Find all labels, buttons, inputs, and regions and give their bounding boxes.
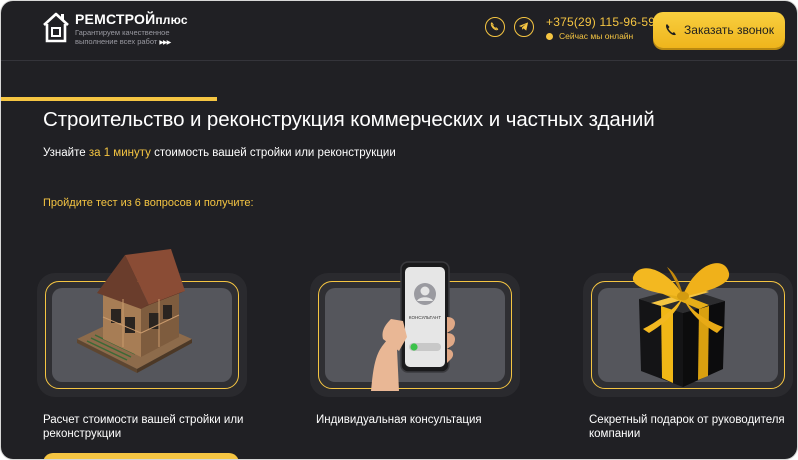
page-title: Строительство и реконструкция коммерческ… xyxy=(43,108,655,131)
start-quiz-button[interactable] xyxy=(43,453,239,459)
accent-bar xyxy=(1,97,217,101)
online-status: Сейчас мы онлайн xyxy=(546,31,633,41)
subtitle-highlight: за 1 минуту xyxy=(88,147,151,159)
phone-icon xyxy=(666,24,677,36)
viber-icon[interactable] xyxy=(485,17,505,37)
brand-tagline: Гарантируем качественное выполнение всех… xyxy=(75,28,195,48)
subtitle-text-start: Узнайте xyxy=(43,147,89,159)
phone-consultant-icon: КОНСУЛЬТАНТ xyxy=(371,261,455,391)
gift-box-icon xyxy=(632,263,730,387)
order-call-label: Заказать звонок xyxy=(684,23,774,37)
phone-screen-label: КОНСУЛЬТАНТ xyxy=(409,315,441,320)
page-frame: РЕМСТРОЙплюс Гарантируем качественное вы… xyxy=(1,1,797,459)
telegram-icon[interactable] xyxy=(514,17,534,37)
online-status-text: Сейчас мы онлайн xyxy=(559,31,634,41)
hero-subtitle: Узнайте за 1 минуту стоимость вашей стро… xyxy=(43,147,396,159)
brand-tagline-text: Гарантируем качественное выполнение всех… xyxy=(75,28,170,46)
brand-name-suffix: плюс xyxy=(155,13,188,27)
site-header: РЕМСТРОЙплюс Гарантируем качественное вы… xyxy=(1,1,797,61)
brand-name[interactable]: РЕМСТРОЙплюс xyxy=(75,11,188,27)
tagline-arrows-icon: ▶▶▶ xyxy=(159,40,171,46)
offer-caption-gift: Секретный подарок от руководителя компан… xyxy=(589,414,785,440)
house-logo-icon[interactable] xyxy=(41,11,71,43)
phone-number[interactable]: +375(29) 115-96-59 xyxy=(546,15,655,29)
online-dot-icon xyxy=(546,33,553,40)
order-call-button[interactable]: Заказать звонок xyxy=(653,12,785,48)
offer-caption-consultation: Индивидуальная консультация xyxy=(316,414,482,426)
offer-caption-estimate: Расчет стоимости вашей стройки или рекон… xyxy=(43,414,244,440)
subtitle-text-end: стоимость вашей стройки или реконструкци… xyxy=(150,147,396,159)
house-render-icon xyxy=(77,249,192,373)
brand-name-main: РЕМСТРОЙ xyxy=(75,11,156,27)
quiz-note: Пройдите тест из 6 вопросов и получите: xyxy=(43,197,254,209)
